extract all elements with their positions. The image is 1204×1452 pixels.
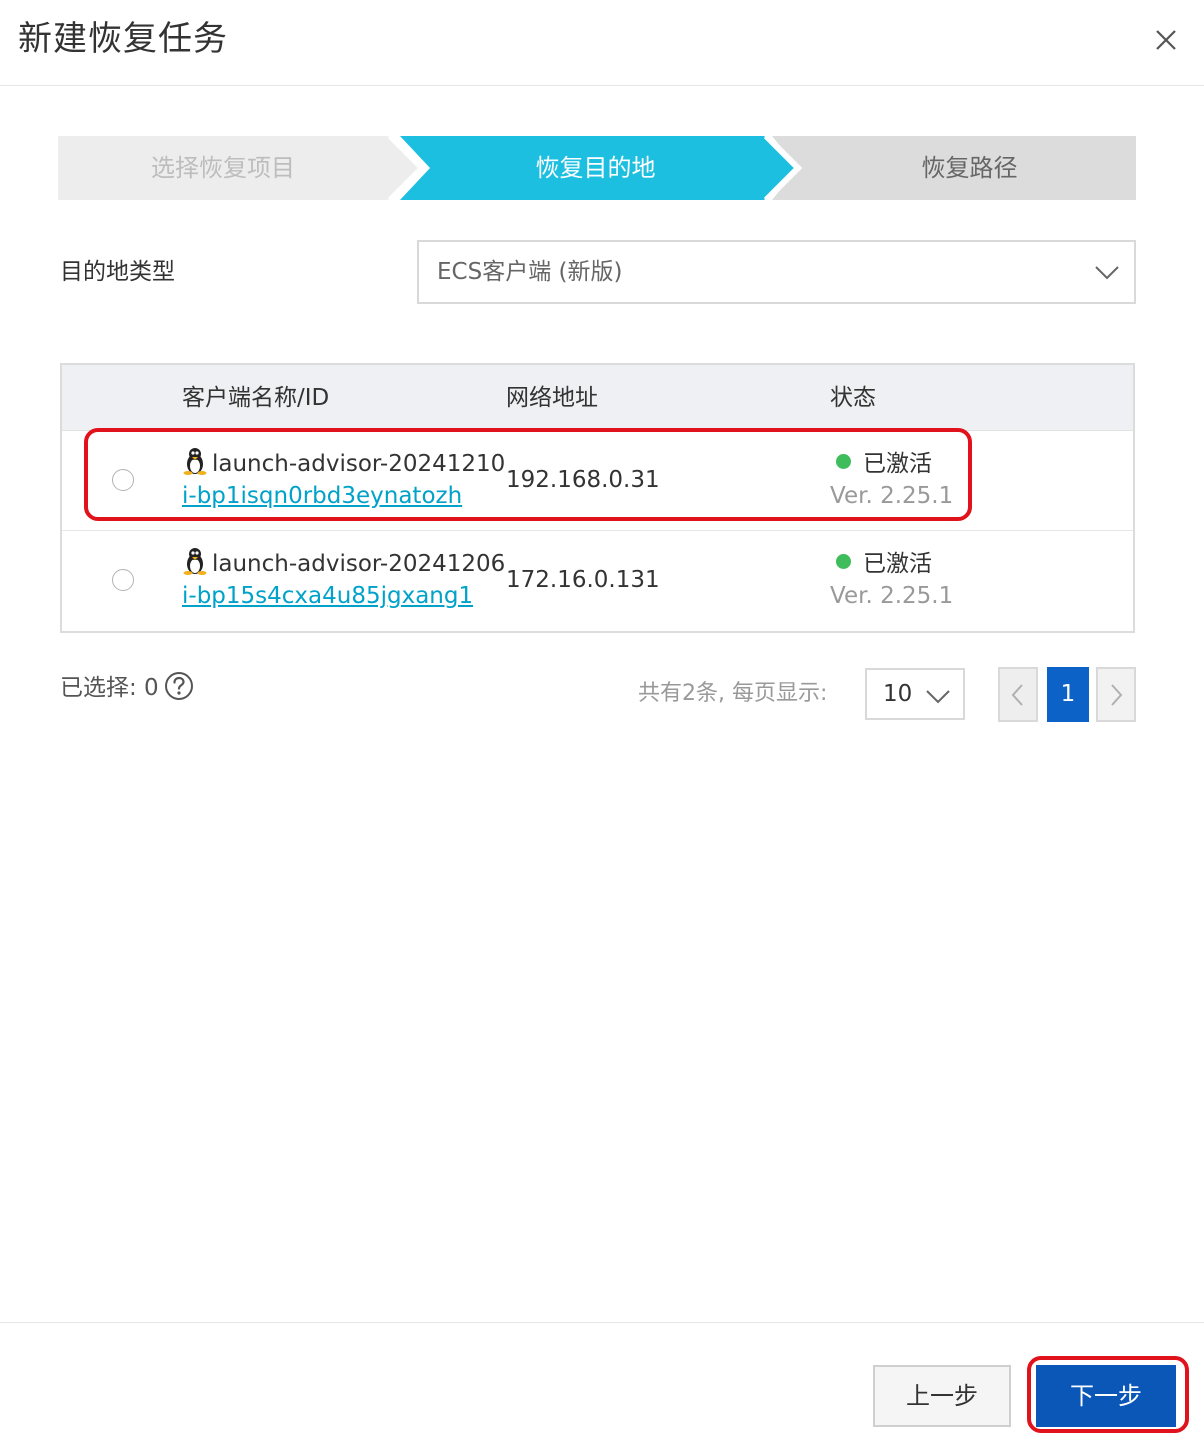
destination-type-select[interactable]: ECS客户端 (新版) — [417, 240, 1136, 304]
help-icon[interactable] — [164, 671, 194, 701]
client-status-text: 已激活 — [863, 451, 932, 477]
footer-divider — [0, 1322, 1204, 1323]
page-size-value: 10 — [883, 681, 913, 707]
table-header: 客户端名称/ID 网络地址 状态 — [62, 365, 1133, 431]
table-row: launch-advisor-20241210 i-bp1isqn0rbd3ey… — [62, 431, 1133, 531]
destination-type-label: 目的地类型 — [60, 259, 175, 285]
chevron-left-icon — [1011, 684, 1023, 706]
page-next-button[interactable] — [1096, 667, 1136, 722]
client-name: launch-advisor-20241206 — [182, 547, 505, 579]
client-ip: 172.16.0.131 — [506, 567, 660, 593]
client-table: 客户端名称/ID 网络地址 状态 launch-advisor-20241210… — [60, 363, 1135, 633]
column-header-name: 客户端名称/ID — [182, 385, 330, 411]
step-restore-path: 恢复路径 — [921, 154, 1018, 182]
pagination-total: 共有2条, 每页显示: — [638, 681, 828, 706]
client-version: Ver. 2.25.1 — [830, 483, 954, 509]
linux-penguin-icon — [183, 548, 207, 575]
close-icon[interactable] — [1148, 22, 1184, 58]
previous-step-button[interactable]: 上一步 — [873, 1365, 1011, 1427]
page-prev-button[interactable] — [998, 667, 1038, 722]
client-status: 已激活 — [836, 549, 932, 579]
client-name-text: launch-advisor-20241210 — [212, 451, 506, 477]
page-number-current[interactable]: 1 — [1047, 667, 1089, 722]
client-status: 已激活 — [836, 449, 932, 479]
step-select-items: 选择恢复项目 — [151, 154, 295, 182]
row-radio[interactable] — [112, 469, 134, 491]
table-row: launch-advisor-20241206 i-bp15s4cxa4u85j… — [62, 531, 1133, 631]
client-name-text: launch-advisor-20241206 — [212, 551, 506, 577]
chevron-right-icon — [1111, 684, 1123, 706]
steps-bar: 选择恢复项目 恢复目的地 恢复路径 — [58, 136, 1136, 200]
client-id-link[interactable]: i-bp1isqn0rbd3eynatozh — [182, 481, 462, 511]
linux-penguin-icon — [183, 448, 207, 475]
client-name: launch-advisor-20241210 — [182, 447, 505, 479]
chevron-down-icon — [1095, 266, 1119, 280]
status-dot-icon — [836, 454, 851, 469]
step-restore-destination: 恢复目的地 — [535, 154, 656, 182]
next-step-button[interactable]: 下一步 — [1036, 1365, 1176, 1427]
column-header-status: 状态 — [830, 385, 876, 411]
new-restore-task-dialog: 新建恢复任务 选择恢复项目 恢复目的地 恢复路径 目的地类型 ECS客户端 (新… — [0, 0, 1204, 1452]
status-dot-icon — [836, 554, 851, 569]
row-radio[interactable] — [112, 569, 134, 591]
client-status-text: 已激活 — [863, 551, 932, 577]
page-size-select[interactable]: 10 — [865, 668, 965, 720]
client-ip: 192.168.0.31 — [506, 467, 660, 493]
selected-count: 已选择: 0 — [60, 675, 159, 701]
destination-type-value: ECS客户端 (新版) — [437, 259, 623, 285]
dialog-title: 新建恢复任务 — [18, 19, 228, 59]
chevron-down-icon — [926, 690, 950, 704]
client-id-link[interactable]: i-bp15s4cxa4u85jgxang1 — [182, 581, 473, 611]
dialog-header: 新建恢复任务 — [0, 0, 1204, 86]
column-header-ip: 网络地址 — [506, 385, 598, 411]
client-version: Ver. 2.25.1 — [830, 583, 954, 609]
